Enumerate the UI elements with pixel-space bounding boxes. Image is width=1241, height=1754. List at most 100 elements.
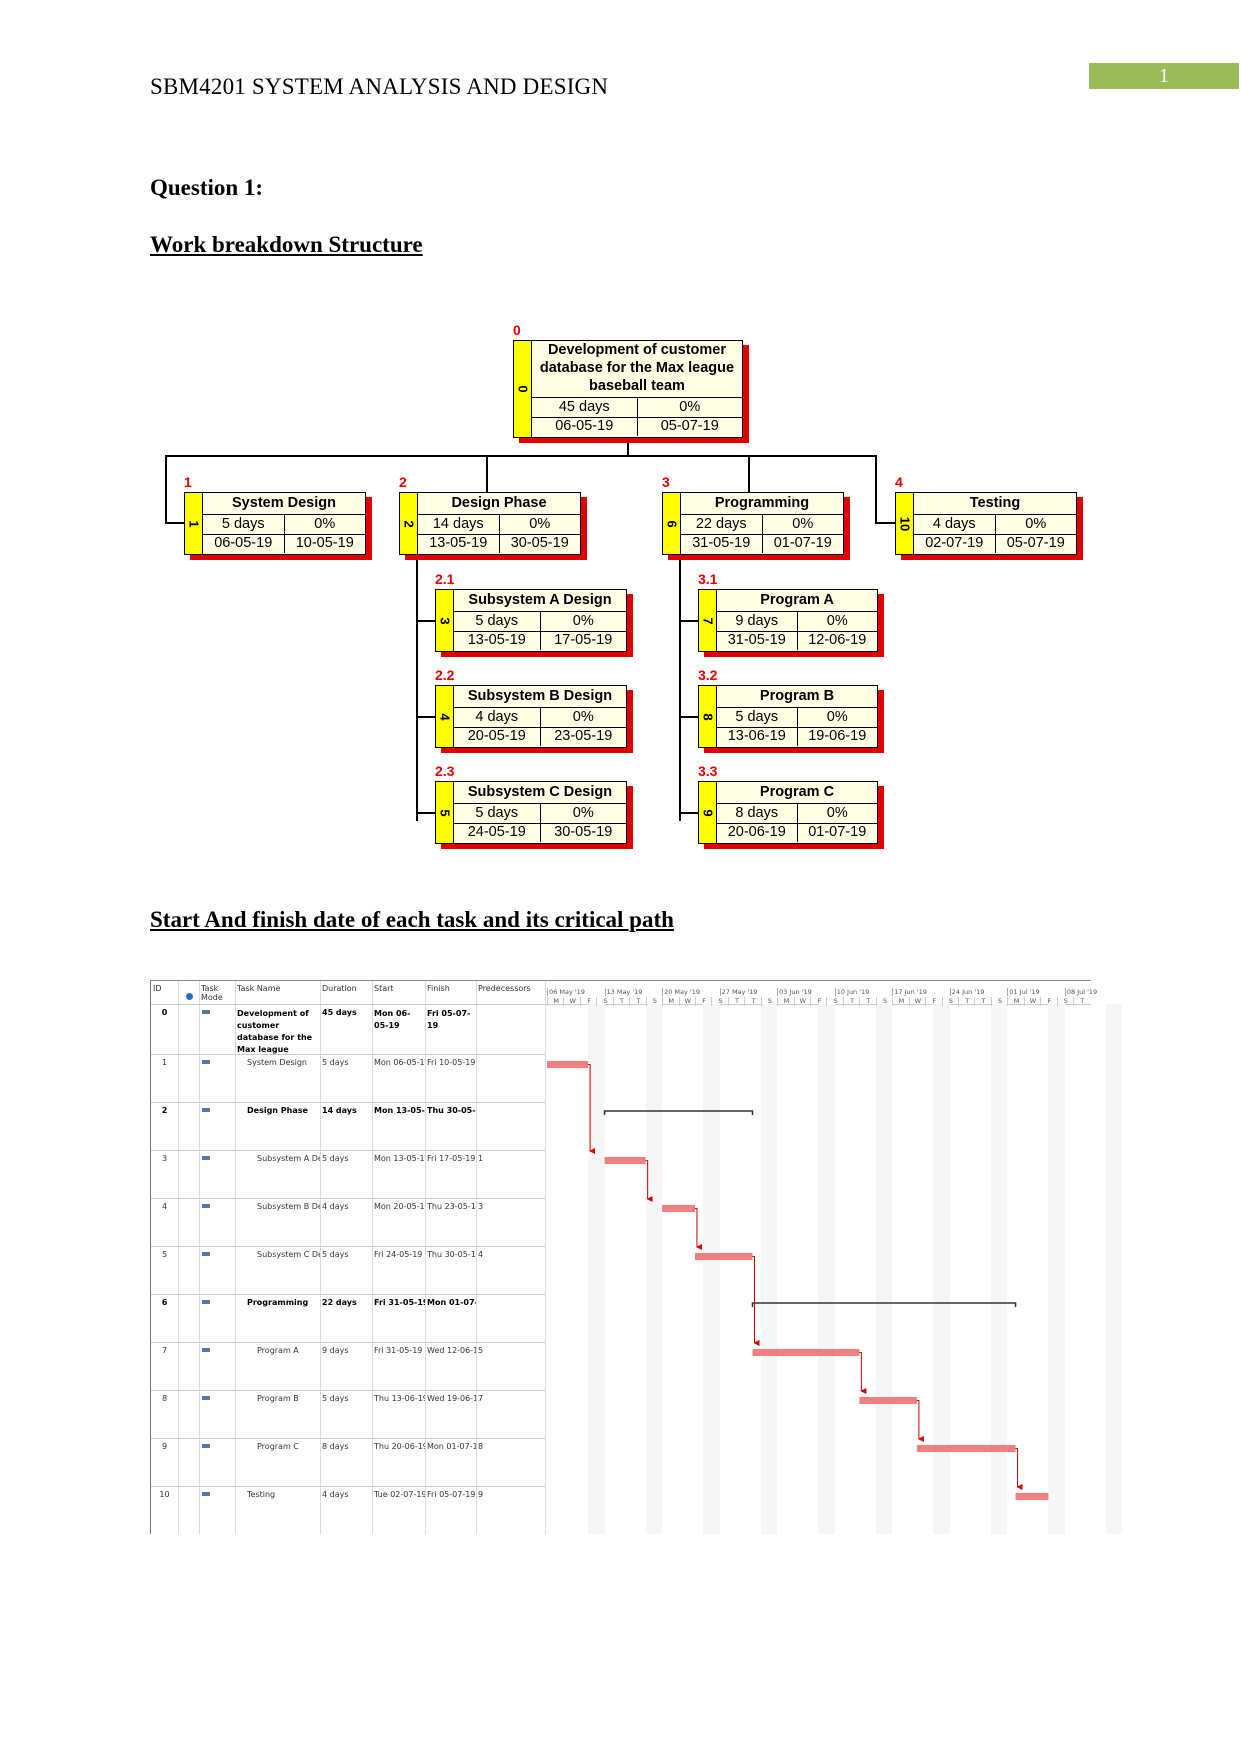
node-body: 0 Development of customer database for th…: [513, 340, 743, 438]
node-start: 20-06-19: [717, 823, 798, 842]
node-body: 5 Subsystem C Design 5 days 0% 24-05-19 30-05…: [435, 781, 627, 844]
gantt-heading: Start And finish date of each task and i…: [150, 907, 674, 932]
node-start: 06-05-19: [203, 534, 285, 553]
task-bar[interactable]: [547, 1061, 589, 1068]
node-complete: 0%: [572, 709, 594, 725]
node-date-row: 31-05-19 01-07-19: [681, 534, 843, 553]
task-bar[interactable]: [859, 1397, 917, 1404]
wbs-code: 2: [399, 474, 407, 490]
node-title: Subsystem C Design: [454, 782, 626, 804]
node-date-row: 06-05-19 10-05-19: [203, 534, 365, 553]
node-date-row: 24-05-19 30-05-19: [454, 823, 626, 842]
wbs-node: 8 Program B5 days 0% 13-06-19 19-06-19: [698, 685, 878, 748]
node-duration: 22 days: [681, 515, 763, 534]
node-date-row: 13-05-19 17-05-19: [454, 631, 626, 650]
node-complete: 0%: [1025, 516, 1047, 532]
node-finish: 23-05-19: [554, 728, 613, 744]
gantt-bars: [547, 1061, 1049, 1500]
node-date-row: 13-05-19 30-05-19: [418, 534, 580, 553]
node-duration: 14 days: [418, 515, 500, 534]
wbs-node: 10 Testing 4 days 0% 02-07-19 05-07-19: [895, 492, 1077, 555]
node-id-strip: 8: [699, 686, 717, 747]
wbs-code: 3.1: [698, 571, 718, 587]
wbs-node: 0 Development of customer database for th…: [513, 340, 743, 438]
node-duration-row: 14 days 0%: [418, 515, 580, 535]
node-id-strip: 1: [185, 493, 203, 554]
node-start: 13-05-19: [454, 631, 541, 650]
node-start: 02-07-19: [914, 534, 996, 553]
wbs-node: 2 Design Phase 14 days 0% 13-05-19 30-05-19: [399, 492, 581, 555]
node-id: 5: [437, 808, 452, 817]
node-finish: 12-06-19: [808, 632, 867, 648]
connector-line: [679, 555, 681, 821]
task-bar[interactable]: [752, 1349, 860, 1356]
connector-line: [679, 716, 699, 718]
task-bar[interactable]: [916, 1445, 1016, 1452]
wbs-heading: Work breakdown Structure: [150, 232, 423, 257]
node-id: 9: [700, 808, 715, 817]
node-start: 31-05-19: [681, 534, 763, 553]
node-body: 9 Program C8 days 0% 20-06-19 01-07-19: [698, 781, 878, 844]
node-id: 0: [515, 385, 530, 393]
task-bar[interactable]: [694, 1253, 753, 1260]
node-body: 6 Programming 22 days 0% 31-05-19 01-07-19: [662, 492, 844, 555]
node-duration-row: 5 days 0%: [454, 612, 626, 632]
task-bar[interactable]: [1015, 1493, 1049, 1500]
wbs-code: 3.2: [698, 667, 718, 683]
node-duration-row: 4 days 0%: [454, 708, 626, 728]
node-date-row: 31-05-19 12-06-19: [717, 631, 877, 650]
node-complete: 0%: [792, 516, 814, 532]
dependency-arrow: [645, 1160, 653, 1202]
node-duration: 5 days: [454, 612, 541, 631]
node-id: 1: [186, 519, 201, 528]
dependency-arrow: [752, 1256, 760, 1346]
wbs-node: 7 Program A9 days 0% 31-05-19 12-06-19: [698, 589, 878, 652]
wbs-node: 5 Subsystem C Design 5 days 0% 24-05-19 30-05…: [435, 781, 627, 844]
node-finish: 10-05-19: [295, 535, 354, 551]
node-id-strip: 10: [896, 493, 914, 554]
node-duration-row: 22 days 0%: [681, 515, 843, 535]
node-body: 3 Subsystem A Design 5 days 0% 13-05-19 17-05…: [435, 589, 627, 652]
node-duration: 4 days: [454, 708, 541, 727]
page-number: 1: [1089, 63, 1239, 89]
node-id-strip: 0: [514, 341, 532, 437]
wbs-code: 2.3: [435, 763, 455, 779]
node-duration: 5 days: [717, 708, 798, 727]
node-id: 2: [401, 519, 416, 528]
wbs-code: 2.2: [435, 667, 455, 683]
node-date-row: 13-06-19 19-06-19: [717, 727, 877, 746]
node-title: Program C: [717, 782, 877, 804]
node-body: 1 System Design 5 days 0% 06-05-19 10-05-19: [184, 492, 366, 555]
node-complete: 0%: [529, 516, 551, 532]
node-finish: 30-05-19: [554, 824, 613, 840]
node-duration-row: 45 days 0%: [532, 398, 742, 418]
wbs-node: 6 Programming 22 days 0% 31-05-19 01-07-19: [662, 492, 844, 555]
wbs-code: 3.3: [698, 763, 718, 779]
node-body: 8 Program B5 days 0% 13-06-19 19-06-19: [698, 685, 878, 748]
node-finish: 05-07-19: [1006, 535, 1065, 551]
node-complete: 0%: [826, 805, 848, 821]
node-finish: 05-07-19: [660, 418, 719, 434]
wbs-code: 3: [662, 474, 670, 490]
node-duration: 4 days: [914, 515, 996, 534]
connector-line: [486, 455, 488, 493]
wbs-code: 0: [513, 322, 521, 338]
connector-line: [875, 522, 895, 524]
node-duration: 45 days: [532, 398, 638, 417]
dependency-arrow: [916, 1400, 924, 1442]
node-complete: 0%: [679, 399, 701, 415]
node-id: 6: [664, 519, 679, 528]
dependency-arrow: [859, 1352, 867, 1394]
node-title: Subsystem A Design: [454, 590, 626, 612]
node-complete: 0%: [314, 516, 336, 532]
task-bar[interactable]: [662, 1205, 695, 1212]
connector-line: [679, 812, 699, 814]
task-bar[interactable]: [604, 1157, 646, 1164]
node-id: 10: [897, 516, 912, 531]
wbs-node: 9 Program C8 days 0% 20-06-19 01-07-19: [698, 781, 878, 844]
weekend-shading: [1105, 1004, 1123, 1534]
node-duration-row: 5 days 0%: [454, 804, 626, 824]
node-start: 31-05-19: [717, 631, 798, 650]
dependency-arrow: [1015, 1448, 1023, 1490]
node-complete: 0%: [826, 613, 848, 629]
